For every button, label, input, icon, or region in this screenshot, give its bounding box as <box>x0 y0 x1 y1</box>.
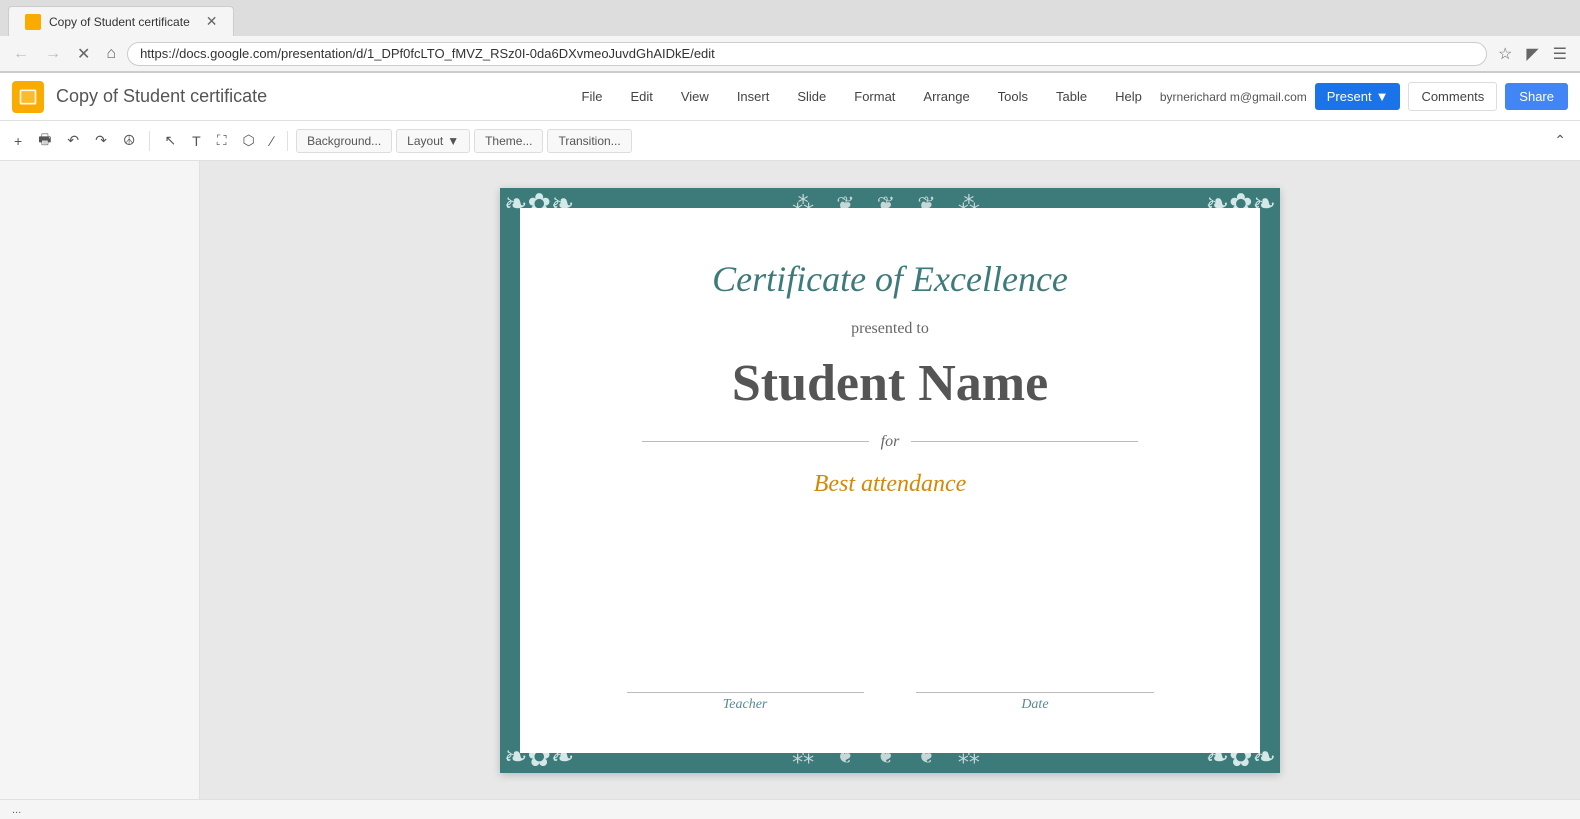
present-dropdown-icon: ▼ <box>1376 89 1389 104</box>
slides-panel <box>0 161 200 799</box>
cert-line-right <box>911 441 1138 442</box>
layout-button[interactable]: Layout ▼ <box>396 129 470 153</box>
theme-label: Theme... <box>485 134 532 148</box>
cast-btn[interactable]: ◤ <box>1521 42 1543 66</box>
menu-view[interactable]: View <box>675 85 715 108</box>
home-btn[interactable]: ⌂ <box>101 43 121 65</box>
transition-label: Transition... <box>558 134 620 148</box>
cert-student-name[interactable]: Student Name <box>732 354 1048 413</box>
add-slide-btn[interactable]: + <box>8 129 28 153</box>
nav-icons: ☆ ◤ ☰ <box>1493 42 1572 66</box>
app-title: Copy of Student certificate <box>56 86 564 107</box>
address-bar: ← → ✕ ⌂ ☆ ◤ ☰ <box>0 36 1580 72</box>
back-btn[interactable]: ← <box>8 43 34 65</box>
app-logo <box>12 81 44 113</box>
extensions-btn[interactable]: ☰ <box>1548 42 1572 66</box>
app-header: Copy of Student certificate File Edit Vi… <box>0 73 1580 121</box>
comments-button[interactable]: Comments <box>1408 82 1497 111</box>
cert-teacher-col: Teacher <box>627 692 864 713</box>
bookmark-btn[interactable]: ☆ <box>1493 42 1517 66</box>
reload-btn[interactable]: ✕ <box>72 42 95 66</box>
select-btn[interactable]: ↖ <box>158 128 182 153</box>
active-tab[interactable]: Copy of Student certificate ✕ <box>8 6 234 36</box>
menu-slide[interactable]: Slide <box>791 85 832 108</box>
redo-btn[interactable]: ↷ <box>89 128 113 153</box>
slide-editing-area[interactable]: ❧✿❧ ❧✿❧ ❧✿❧ ❧✿❧ ⁂ ❦ ❦ ❦ ⁂ ⁂ ❦ ❦ ❦ ⁂ Cert… <box>200 161 1580 799</box>
menu-insert[interactable]: Insert <box>731 85 776 108</box>
print-btn[interactable]: 🖶 <box>32 125 57 157</box>
layout-label: Layout <box>407 134 443 148</box>
cert-teacher-label: Teacher <box>723 697 768 713</box>
image-btn[interactable]: ⛶ <box>211 128 233 153</box>
cert-title[interactable]: Certificate of Excellence <box>712 258 1068 300</box>
transition-button[interactable]: Transition... <box>547 129 631 153</box>
undo-btn[interactable]: ↶ <box>61 128 85 153</box>
paint-format-btn[interactable]: ☮ <box>117 128 142 153</box>
theme-button[interactable]: Theme... <box>474 129 543 153</box>
cert-achievement[interactable]: Best attendance <box>814 471 967 498</box>
tab-favicon <box>25 14 41 30</box>
forward-btn[interactable]: → <box>40 43 66 65</box>
user-email[interactable]: byrnerichard m@gmail.com <box>1160 90 1307 104</box>
header-right: byrnerichard m@gmail.com Present ▼ Comme… <box>1160 82 1568 111</box>
present-label: Present <box>1327 89 1372 104</box>
background-button[interactable]: Background... <box>296 129 392 153</box>
main-area: ❧✿❧ ❧✿❧ ❧✿❧ ❧✿❧ ⁂ ❦ ❦ ❦ ⁂ ⁂ ❦ ❦ ❦ ⁂ Cert… <box>0 161 1580 799</box>
toolbar: + 🖶 ↶ ↷ ☮ ↖ T ⛶ ⬡ ∕ Background... Layout… <box>0 121 1580 161</box>
text-btn[interactable]: T <box>186 129 207 153</box>
toolbar-separator-2 <box>287 131 288 151</box>
share-button[interactable]: Share <box>1505 83 1568 110</box>
menu-arrange[interactable]: Arrange <box>917 85 975 108</box>
cert-date-line <box>916 692 1153 693</box>
tab-close-btn[interactable]: ✕ <box>206 13 218 30</box>
cert-for-label: for <box>881 433 900 451</box>
menu-table[interactable]: Table <box>1050 85 1093 108</box>
address-input[interactable] <box>127 42 1487 66</box>
slide-content: Certificate of Excellence presented to S… <box>540 228 1240 733</box>
line-btn[interactable]: ∕ <box>265 129 279 153</box>
shape-btn[interactable]: ⬡ <box>237 128 261 153</box>
slides-logo-icon <box>18 87 38 107</box>
status-text: ... <box>12 804 21 816</box>
menu-format[interactable]: Format <box>848 85 901 108</box>
cert-date-label: Date <box>1021 697 1048 713</box>
collapse-panel-btn[interactable]: ⌃ <box>1548 128 1572 153</box>
cert-teacher-line <box>627 692 864 693</box>
menu-file[interactable]: File <box>576 85 609 108</box>
header-menu: File Edit View Insert Slide Format Arran… <box>576 85 1148 108</box>
toolbar-separator-1 <box>149 131 150 151</box>
menu-edit[interactable]: Edit <box>624 85 658 108</box>
cert-line-left <box>642 441 869 442</box>
status-bar: ... <box>0 799 1580 819</box>
background-label: Background... <box>307 134 381 148</box>
slide-inner: Certificate of Excellence presented to S… <box>520 208 1260 753</box>
present-button[interactable]: Present ▼ <box>1315 83 1401 110</box>
slide-container: ❧✿❧ ❧✿❧ ❧✿❧ ❧✿❧ ⁂ ❦ ❦ ❦ ⁂ ⁂ ❦ ❦ ❦ ⁂ Cert… <box>500 188 1280 773</box>
tab-title: Copy of Student certificate <box>49 15 190 29</box>
cert-for-row: for <box>642 433 1138 451</box>
tab-bar: Copy of Student certificate ✕ <box>0 0 1580 36</box>
cert-date-col: Date <box>916 692 1153 713</box>
layout-dropdown-icon: ▼ <box>447 134 459 148</box>
cert-presented[interactable]: presented to <box>851 320 929 338</box>
menu-help[interactable]: Help <box>1109 85 1148 108</box>
cert-signature-row: Teacher Date <box>627 682 1154 713</box>
menu-tools[interactable]: Tools <box>992 85 1034 108</box>
